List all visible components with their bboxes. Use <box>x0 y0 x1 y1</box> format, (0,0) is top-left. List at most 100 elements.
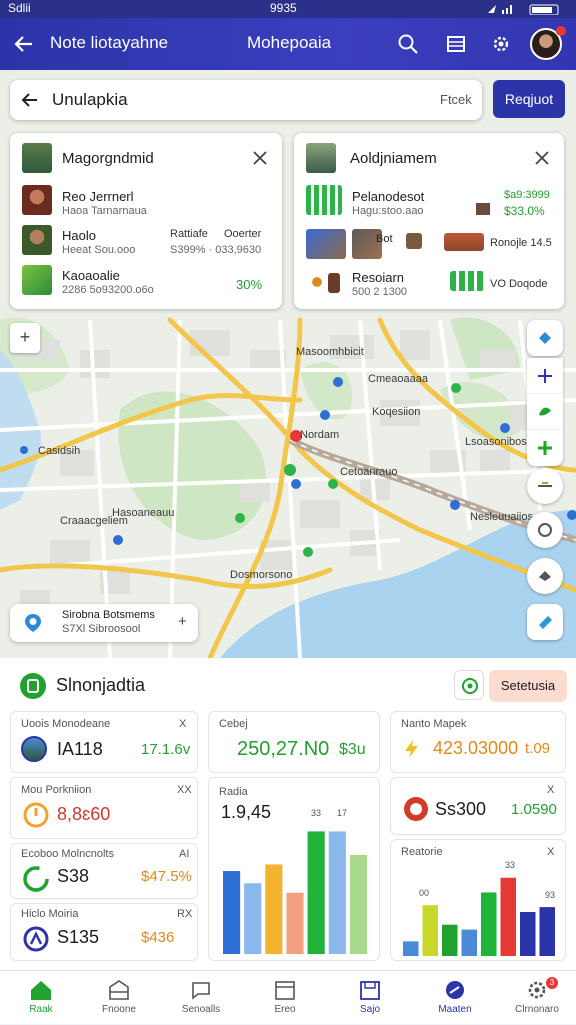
row-name: Pelanodesot <box>352 189 425 204</box>
row-value: $33.0% <box>504 204 545 218</box>
stat-tile[interactable]: X Ss300 1.0590 <box>390 777 566 835</box>
status-bar: Sdlii 9935 <box>0 0 576 18</box>
chart-tile[interactable]: Reatorie X 00 33 93 <box>390 839 566 961</box>
row-value: $a9:3999 <box>504 189 550 201</box>
row-name: Reo Jerrnerl <box>62 189 134 204</box>
nav-item-calendar[interactable]: Ereo <box>244 971 326 1025</box>
map-label: Casidsih <box>38 445 80 457</box>
person-avatar <box>22 225 52 255</box>
chart-bar <box>265 864 283 954</box>
nav-item-home[interactable]: Raak <box>0 971 82 1025</box>
listing-thumbnail <box>306 143 336 173</box>
map-label: Nordam <box>300 429 339 441</box>
share-button[interactable] <box>527 604 563 640</box>
compass-button[interactable] <box>527 430 563 466</box>
nav-item-save[interactable]: Sajo <box>329 971 411 1025</box>
save-icon <box>360 981 380 1000</box>
stat-tile[interactable]: Cebej 250,27.N0 $3u <box>208 711 380 773</box>
chart-bar <box>500 877 516 956</box>
close-icon[interactable] <box>252 150 268 166</box>
chart-bar <box>349 855 367 954</box>
tile-value: IA118 <box>57 739 103 759</box>
row-sub: Heeat Sou.ooo <box>62 244 136 256</box>
row-aside: VO Doqode <box>490 278 548 290</box>
tile-close[interactable]: X <box>547 846 554 858</box>
nav-item-inbox[interactable]: Fnoone <box>78 971 160 1025</box>
close-icon[interactable] <box>534 150 550 166</box>
chart-annotation: 33 <box>311 808 322 818</box>
request-button[interactable]: Reqjuot <box>493 80 565 118</box>
nav-item-settings[interactable]: 3 Clrnonaro <box>496 971 576 1025</box>
tile-label: Cebej <box>219 718 248 730</box>
row-name: Bot <box>376 233 393 245</box>
status-time: 9935 <box>270 1 297 15</box>
chart-tile[interactable]: Radia 1.9,45 33 17 <box>208 777 380 961</box>
map-label: Cetoanrauo <box>340 466 398 478</box>
map-view[interactable]: Masoomhbicit Cmeaoaaaa Koqesiion Nordam … <box>0 70 576 658</box>
location-title: Sirobna Botsmems <box>62 609 155 621</box>
settings-icon[interactable] <box>487 30 515 58</box>
target-icon[interactable] <box>454 670 484 700</box>
nav-label: Fnoone <box>102 1004 136 1015</box>
row-name: Kaoaoalie <box>62 268 120 283</box>
rotate-button[interactable] <box>527 512 563 548</box>
card-title: Aoldjniamem <box>350 150 437 167</box>
map-label: Koqesiion <box>372 406 420 418</box>
stat-tile[interactable]: Mou Porkniion XX 8,8ɛ60 <box>10 777 198 839</box>
tile-label: Reatorie <box>401 846 443 858</box>
tile-close[interactable]: XX <box>177 784 192 796</box>
map-label: Lsoasonibos <box>465 436 527 448</box>
listing-card-right[interactable]: Aoldjniamem Pelanodesot Hagu:stoo.aao $a… <box>294 133 564 309</box>
nav-item-map[interactable]: Maaten <box>414 971 496 1025</box>
home-icon <box>31 981 51 1000</box>
tile-close[interactable]: AI <box>179 848 189 860</box>
status-button[interactable]: Setetusia <box>489 670 567 702</box>
row-name: Resoiarn <box>352 270 405 285</box>
tile-label: Ecoboo Molncnolts <box>21 848 114 860</box>
row-value: 30% <box>236 277 263 292</box>
measure-button[interactable] <box>527 468 563 504</box>
tile-close[interactable]: X <box>179 718 186 730</box>
stat-tile[interactable]: Hiclo Moiria RX S135 $436 <box>10 903 198 961</box>
tile-close[interactable]: RX <box>177 908 192 920</box>
chart-bar <box>244 883 262 954</box>
add-button[interactable] <box>527 358 563 394</box>
map-icon <box>446 981 464 999</box>
stat-tile[interactable]: Nanto Mapek 423.03000 t.09 <box>390 711 566 773</box>
chart-bar <box>422 905 438 956</box>
tile-value: 423.03000 <box>433 738 519 758</box>
tile-delta: $47.5% <box>141 868 192 885</box>
tile-image <box>21 736 47 762</box>
location-add-button[interactable]: + <box>178 613 187 630</box>
layers-toggle-button[interactable] <box>527 394 563 430</box>
tile-delta: t.09 <box>525 740 551 757</box>
row-aside: Ronojle 14.5 <box>490 237 552 249</box>
map-label: Masoomhbicit <box>296 346 364 358</box>
location-card[interactable]: Sirobna Botsmems S7Xl Sibroosool + <box>10 604 198 642</box>
search-icon[interactable] <box>394 30 422 58</box>
route-button[interactable] <box>527 320 563 356</box>
progress-ring-icon <box>23 866 49 892</box>
nav-item-messages[interactable]: Senoalls <box>160 971 242 1025</box>
tile-label: Mou Porkniion <box>21 784 92 796</box>
place-icon <box>306 271 328 293</box>
tile-label: Uoois Monodeane <box>21 718 111 730</box>
locate-button[interactable] <box>527 558 563 594</box>
tile-close[interactable]: X <box>547 784 554 796</box>
chart-bar <box>539 907 555 956</box>
app-bar: Note liotayahne Mohepoaia <box>0 18 576 70</box>
listing-card-left[interactable]: Magorgndmid Reo Jerrnerl Haoa Tarnarnaua… <box>10 133 282 309</box>
row-sub: Hagu:stoo.aao <box>352 205 424 217</box>
zoom-in-button[interactable]: + <box>10 323 40 353</box>
dashboard-panel: Slnonjadtia Setetusia Uoois Monodeane X … <box>0 658 576 970</box>
tile-label: Radia <box>219 786 248 798</box>
stat-tile[interactable]: Uoois Monodeane X IA118 17.1.6v <box>10 711 198 773</box>
chart-icon <box>450 271 484 291</box>
search-input[interactable]: Unulapkia <box>52 90 128 110</box>
stat-tile[interactable]: Ecoboo Molncnolts AI S38 $47.5% <box>10 843 198 899</box>
nav-label: Raak <box>29 1004 53 1015</box>
back-arrow-icon[interactable] <box>10 30 38 58</box>
search-bar[interactable]: Unulapkia Ftcek <box>10 80 482 120</box>
layers-icon[interactable] <box>442 30 470 58</box>
back-icon[interactable] <box>20 90 40 110</box>
